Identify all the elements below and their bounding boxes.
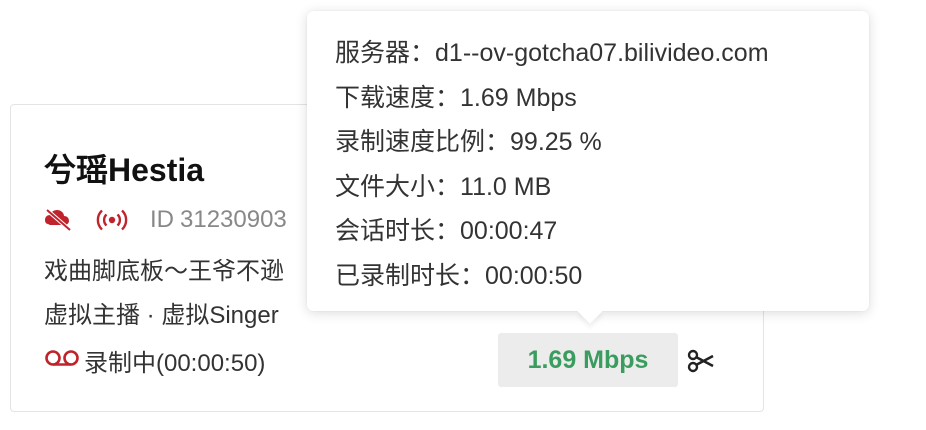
room-name: 戏曲脚底板～王爷不逊: [44, 258, 284, 285]
tooltip-session-duration-label: 会话时长：: [335, 217, 461, 246]
room-icons-row: ID 31230903: [44, 205, 287, 235]
recording-stats-tooltip: 服务器：d1--ov-gotcha07.bilivideo.com 下载速度：1…: [307, 11, 869, 324]
tooltip-file-size-value: 11.0 MB: [460, 172, 552, 201]
tooltip-record-ratio-label: 录制速度比例：: [335, 128, 511, 157]
room-id-label: ID: [150, 206, 174, 233]
tooltip-download-speed-label: 下载速度：: [335, 83, 461, 112]
tooltip-download-speed-value: 1.69 Mbps: [460, 83, 577, 112]
tooltip-server-value: d1--ov-gotcha07.bilivideo.com: [435, 39, 769, 67]
danmaku-off-icon[interactable]: [44, 208, 74, 232]
tooltip-file-size-label: 文件大小：: [335, 172, 461, 201]
tooltip-session-duration: 会话时长：00:00:47: [335, 209, 841, 254]
tooltip-recorded-duration-value: 00:00:50: [485, 261, 583, 290]
tooltip-session-duration-value: 00:00:47: [460, 217, 558, 246]
download-speed-badge[interactable]: 1.69 Mbps: [498, 333, 678, 387]
scissors-icon[interactable]: [687, 347, 715, 375]
room-title: 兮瑶Hestia: [44, 152, 205, 188]
live-broadcast-icon: [96, 208, 128, 232]
tooltip-recorded-duration-label: 已录制时长：: [335, 261, 486, 290]
recording-status: 录制中(00:00:50): [44, 342, 265, 378]
tooltip-download-speed: 下载速度：1.69 Mbps: [335, 76, 841, 121]
tooltip-recorded-duration: 已录制时长：00:00:50: [335, 254, 841, 299]
room-tags: 虚拟主播 · 虚拟Singer: [44, 302, 279, 329]
recording-icon: [44, 349, 80, 372]
room-id: ID 31230903: [150, 206, 287, 234]
tooltip-server-label: 服务器：: [335, 39, 436, 67]
tooltip-file-size: 文件大小：11.0 MB: [335, 165, 841, 210]
tooltip-record-ratio-value: 99.25 %: [510, 128, 602, 157]
recording-status-text: 录制中(00:00:50): [84, 349, 266, 377]
tooltip-server: 服务器：d1--ov-gotcha07.bilivideo.com: [335, 31, 841, 76]
tooltip-record-ratio: 录制速度比例：99.25 %: [335, 120, 841, 165]
room-id-value: 31230903: [180, 206, 287, 233]
